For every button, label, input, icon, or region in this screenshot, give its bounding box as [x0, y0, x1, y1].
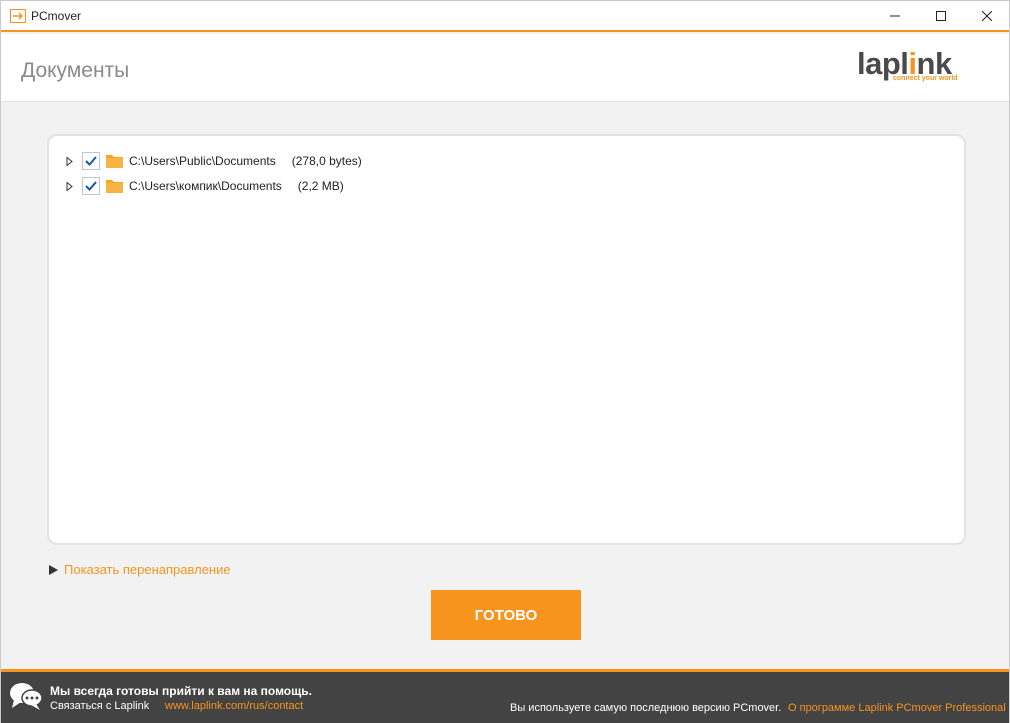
about-link[interactable]: О программе Laplink PCmover Professional	[788, 702, 1006, 714]
folder-icon	[106, 155, 123, 168]
checkmark-icon	[85, 156, 97, 166]
tree-item-size: (278,0 bytes)	[291, 154, 362, 168]
minimize-button[interactable]	[872, 1, 918, 31]
triangle-right-icon	[49, 564, 58, 575]
tree-item: C:\Users\Public\Documents (278,0 bytes)	[66, 150, 362, 172]
page-header: Документы laplink connect your world	[1, 34, 1009, 102]
tree-item-checkbox[interactable]	[82, 177, 100, 195]
show-redirection-toggle[interactable]: Показать перенаправление	[49, 562, 231, 577]
title-bar: PCmover	[1, 1, 1009, 32]
folder-icon	[106, 180, 123, 193]
tree-item-checkbox[interactable]	[82, 152, 100, 170]
page-title: Документы	[21, 59, 130, 82]
window-title: PCmover	[31, 9, 82, 23]
version-status-text: Вы используете самую последнюю версию PC…	[510, 702, 782, 714]
chat-bubbles-icon	[10, 683, 43, 710]
contact-label: Связаться с Laplink	[50, 700, 150, 712]
tree-item-size: (2,2 MB)	[297, 179, 344, 193]
app-window: PCmover Документы laplink connect your w…	[0, 0, 1010, 723]
help-text: Мы всегда готовы прийти к вам на помощь.	[50, 684, 312, 698]
maximize-button[interactable]	[918, 1, 964, 31]
done-button[interactable]: ГОТОВО	[431, 590, 581, 640]
minimize-icon	[890, 15, 900, 17]
contact-link[interactable]: www.laplink.com/rus/contact	[165, 700, 303, 712]
maximize-icon	[936, 11, 946, 21]
show-redirection-link[interactable]: Показать перенаправление	[64, 562, 231, 577]
expand-arrow-icon[interactable]	[66, 181, 76, 191]
tree-item-path: C:\Users\компик\Documents	[129, 179, 282, 193]
close-button[interactable]	[964, 1, 1010, 31]
footer: Мы всегда готовы прийти к вам на помощь.…	[1, 672, 1009, 723]
close-icon	[982, 11, 992, 21]
laplink-logo: laplink connect your world	[857, 46, 967, 86]
documents-tree-panel: C:\Users\Public\Documents (278,0 bytes) …	[47, 134, 966, 545]
logo-tagline: connect your world	[893, 75, 958, 82]
expand-arrow-icon[interactable]	[66, 156, 76, 166]
checkmark-icon	[85, 181, 97, 191]
tree-item: C:\Users\компик\Documents (2,2 MB)	[66, 175, 344, 197]
pcmover-app-icon	[10, 9, 26, 23]
tree-item-path: C:\Users\Public\Documents	[129, 154, 276, 168]
